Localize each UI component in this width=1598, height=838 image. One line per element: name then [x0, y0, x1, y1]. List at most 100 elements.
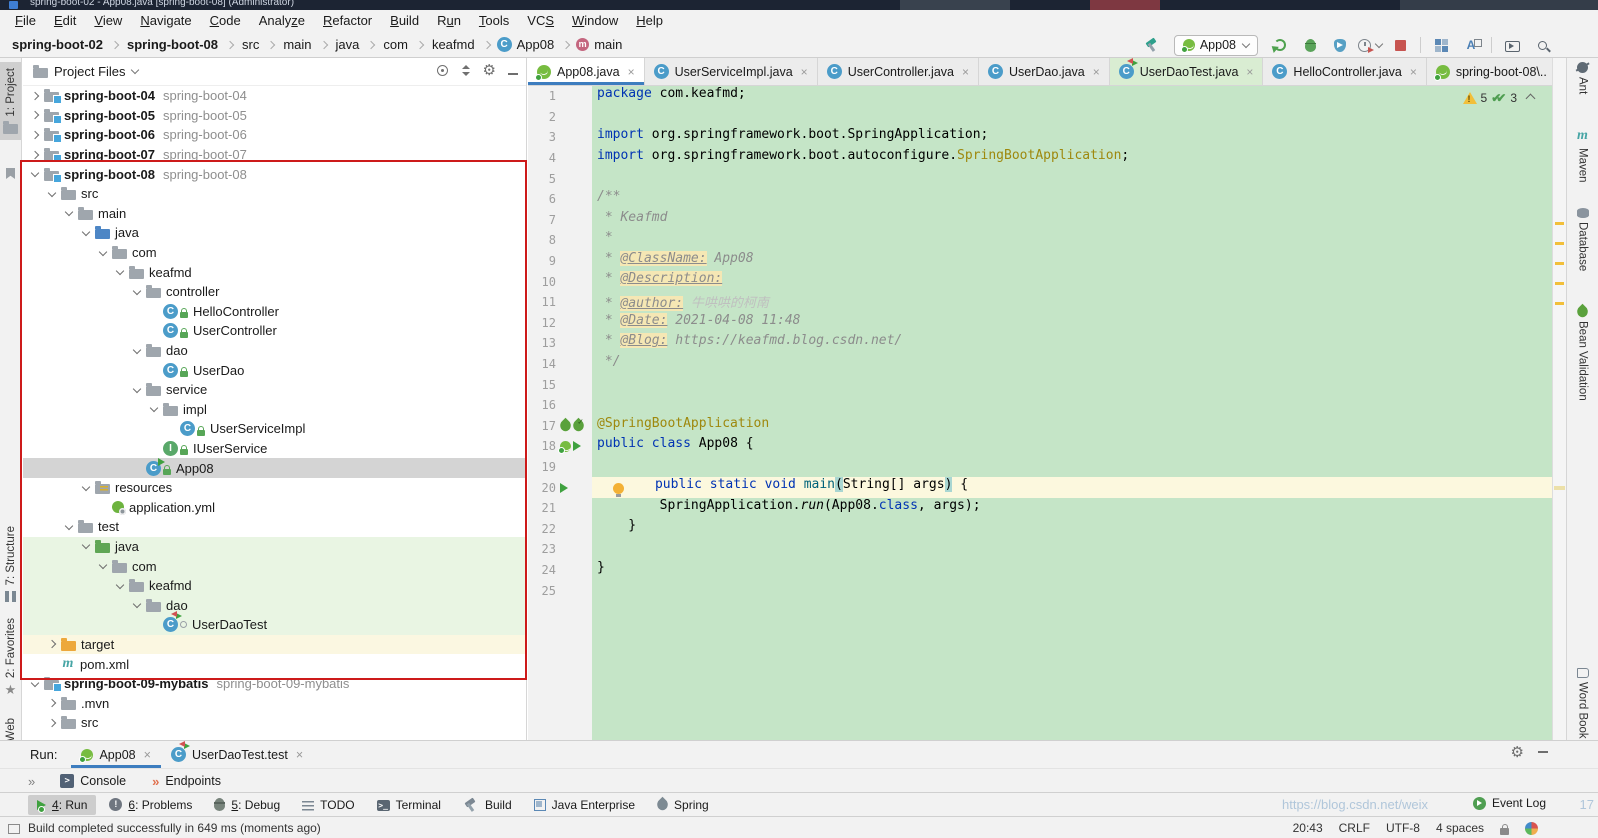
run-configuration-select[interactable]: App08	[1174, 35, 1258, 56]
tree-item-spring-boot-07[interactable]: spring-boot-07spring-boot-07	[23, 145, 526, 165]
tree-chevron-right-icon[interactable]	[44, 700, 59, 706]
tree-item-resources[interactable]: resources	[23, 478, 526, 498]
status-item[interactable]: CRLF	[1339, 821, 1370, 835]
tree-item-usercontroller[interactable]: CUserController	[23, 321, 526, 341]
tree-chevron-down-icon[interactable]	[129, 290, 144, 294]
close-icon[interactable]: ×	[801, 65, 808, 79]
breadcrumb-item[interactable]: com	[381, 37, 410, 52]
status-item[interactable]: 20:43	[1293, 821, 1323, 835]
tree-item-userserviceimpl[interactable]: CUserServiceImpl	[23, 419, 526, 439]
status-item[interactable]: 4 spaces	[1436, 821, 1484, 835]
tree-chevron-down-icon[interactable]	[78, 231, 93, 235]
tree-item-java[interactable]: java	[23, 537, 526, 557]
inspections-widget[interactable]: 5 ✔✔ 3	[1463, 91, 1534, 105]
build-hammer-icon[interactable]	[1140, 34, 1164, 56]
tool-stripe-maven[interactable]: mMaven	[1567, 128, 1598, 183]
tool-stripe-bean-validation[interactable]: Bean Validation	[1567, 306, 1598, 401]
toolwindow-button-4-run[interactable]: 4: Run	[28, 795, 96, 815]
tree-chevron-down-icon[interactable]	[78, 544, 93, 548]
menu-analyze[interactable]: Analyze	[250, 10, 314, 32]
menu-navigate[interactable]: Navigate	[131, 10, 200, 32]
tool-stripe-7-structure[interactable]: 7: Structure	[0, 526, 21, 602]
tree-item-java[interactable]: java	[23, 223, 526, 243]
tree-chevron-down-icon[interactable]	[95, 251, 110, 255]
editor-tab-app08-java[interactable]: App08.java×	[528, 58, 645, 85]
tree-item-spring-boot-04[interactable]: spring-boot-04spring-boot-04	[23, 86, 526, 106]
tree-item-spring-boot-06[interactable]: spring-boot-06spring-boot-06	[23, 125, 526, 145]
code-editor[interactable]: 5 ✔✔ 3 package com.keafmd;import org.spr…	[592, 86, 1552, 740]
breadcrumb-item[interactable]: spring-boot-02	[10, 37, 105, 52]
tree-item-target[interactable]: target	[23, 635, 526, 655]
play-icon[interactable]	[560, 483, 568, 493]
tree-chevron-down-icon[interactable]	[61, 211, 76, 215]
event-log-button[interactable]: Event Log	[1473, 796, 1546, 810]
tree-item-iuserservice[interactable]: IIUserService	[23, 439, 526, 459]
menu-view[interactable]: View	[85, 10, 131, 32]
tree-chevron-down-icon[interactable]	[129, 388, 144, 392]
toolwindow-button-terminal[interactable]: >_Terminal	[368, 795, 450, 815]
profiler-button[interactable]	[1358, 34, 1382, 56]
tree-item-spring-boot-05[interactable]: spring-boot-05spring-boot-05	[23, 106, 526, 126]
debug-button[interactable]	[1298, 34, 1322, 56]
close-icon[interactable]: ×	[1246, 65, 1253, 79]
tree-item-src[interactable]: src	[23, 184, 526, 204]
menu-help[interactable]: Help	[627, 10, 672, 32]
tool-stripe-1-project[interactable]: 1: Project	[0, 62, 21, 140]
tree-chevron-down-icon[interactable]	[95, 564, 110, 568]
menu-tools[interactable]: Tools	[470, 10, 518, 32]
run-tab-app08[interactable]: App08×	[71, 741, 160, 768]
project-structure-button[interactable]	[1429, 34, 1453, 56]
tree-item-application-yml[interactable]: application.yml	[23, 497, 526, 517]
menu-run[interactable]: Run	[428, 10, 470, 32]
tree-chevron-down-icon[interactable]	[27, 172, 42, 176]
leaf-check-icon[interactable]	[571, 418, 587, 434]
spring-boot-icon[interactable]	[560, 441, 571, 452]
tree-item-src[interactable]: src	[23, 713, 526, 733]
stop-button[interactable]	[1388, 34, 1412, 56]
error-stripe[interactable]	[1552, 58, 1566, 740]
tree-item-service[interactable]: service	[23, 380, 526, 400]
run-subtab-console[interactable]: >Console	[60, 774, 126, 788]
menu-refactor[interactable]: Refactor	[314, 10, 381, 32]
play-icon[interactable]	[573, 441, 581, 451]
toolwindow-button-spring[interactable]: Spring	[648, 795, 718, 815]
toolwindow-button-build[interactable]: Build	[454, 794, 521, 816]
gear-icon[interactable]: ⚙	[483, 63, 496, 78]
tree-item-impl[interactable]: impl	[23, 400, 526, 420]
tree-chevron-down-icon[interactable]	[61, 525, 76, 529]
menu-build[interactable]: Build	[381, 10, 428, 32]
tree-item-dao[interactable]: dao	[23, 595, 526, 615]
tree-chevron-down-icon[interactable]	[44, 192, 59, 196]
toolwindow-button-6-problems[interactable]: !6: Problems	[100, 795, 201, 815]
tool-stripe-database[interactable]: Database	[1567, 208, 1598, 271]
coverage-button[interactable]	[1328, 34, 1352, 56]
hide-panel-icon[interactable]	[1538, 751, 1548, 753]
tree-chevron-down-icon[interactable]	[78, 486, 93, 490]
run-anything-button[interactable]	[1500, 34, 1524, 56]
tree-chevron-down-icon[interactable]	[27, 682, 42, 686]
close-icon[interactable]: ×	[144, 748, 151, 762]
tree-item-com[interactable]: com	[23, 243, 526, 263]
locate-icon[interactable]	[437, 65, 448, 76]
toolwindow-button-5-debug[interactable]: 5: Debug	[205, 795, 289, 815]
run-subtab-endpoints[interactable]: »Endpoints	[152, 774, 221, 788]
tree-item-spring-boot-08[interactable]: spring-boot-08spring-boot-08	[23, 164, 526, 184]
project-view-selector[interactable]: Project Files	[54, 64, 126, 79]
breadcrumb-item[interactable]: java	[334, 37, 362, 52]
tree-item--mvn[interactable]: .mvn	[23, 693, 526, 713]
tree-chevron-down-icon[interactable]	[112, 270, 127, 274]
tree-item-hellocontroller[interactable]: CHelloController	[23, 302, 526, 322]
breadcrumb-item[interactable]: App08	[515, 37, 557, 52]
tree-item-app08[interactable]: CApp08	[23, 458, 526, 478]
close-icon[interactable]: ×	[296, 748, 303, 762]
tree-chevron-right-icon[interactable]	[27, 132, 42, 138]
editor-tab-userserviceimpl-java[interactable]: CUserServiceImpl.java×	[645, 58, 818, 85]
tree-item-pom-xml[interactable]: mpom.xml	[23, 654, 526, 674]
breadcrumb-item[interactable]: main	[592, 37, 624, 52]
breadcrumb-item[interactable]: src	[240, 37, 261, 52]
collapse-all-icon[interactable]	[460, 65, 471, 76]
run-tab-userdaotest-test[interactable]: CUserDaoTest.test×	[161, 741, 313, 768]
show-more-chevrons[interactable]: »	[28, 774, 34, 789]
tree-chevron-down-icon[interactable]	[129, 349, 144, 353]
toolwindow-button-todo[interactable]: TODO	[293, 795, 363, 815]
